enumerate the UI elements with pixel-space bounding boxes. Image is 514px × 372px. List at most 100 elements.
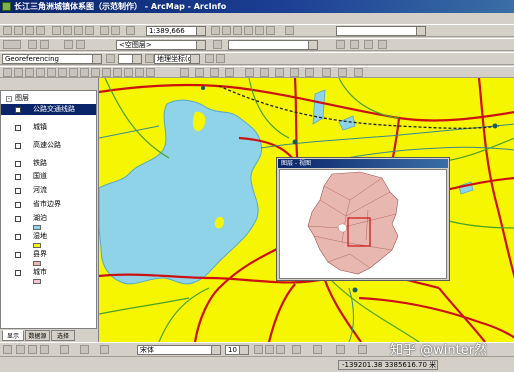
layer-visibility-checkbox[interactable] bbox=[15, 143, 21, 149]
rotate-icon[interactable] bbox=[28, 345, 37, 354]
add-data-icon[interactable] bbox=[126, 26, 135, 35]
geocode-combo[interactable] bbox=[336, 26, 426, 36]
overview-canvas[interactable] bbox=[279, 169, 447, 279]
layer-visibility-checkbox[interactable] bbox=[15, 188, 21, 194]
fill-color-icon[interactable] bbox=[313, 345, 322, 354]
editor-toolbar-icon[interactable] bbox=[211, 26, 220, 35]
tool-i-icon[interactable] bbox=[305, 68, 314, 77]
tool-k-icon[interactable] bbox=[338, 68, 347, 77]
model-icon[interactable] bbox=[255, 26, 264, 35]
line-color-icon[interactable] bbox=[336, 345, 345, 354]
cut-icon[interactable] bbox=[52, 26, 61, 35]
layer-visibility-checkbox[interactable] bbox=[15, 270, 21, 276]
toc-layer[interactable]: 县界 bbox=[1, 249, 96, 260]
rectangle-icon[interactable] bbox=[60, 345, 69, 354]
tool-h-icon[interactable] bbox=[290, 68, 299, 77]
select-features-icon[interactable] bbox=[91, 68, 100, 77]
tool-j-icon[interactable] bbox=[322, 68, 331, 77]
select-elements-icon[interactable] bbox=[102, 68, 111, 77]
zoom-in-tool-icon[interactable] bbox=[3, 68, 12, 77]
zoom-out-tool-icon[interactable] bbox=[14, 68, 23, 77]
overview-window[interactable]: 图层 - 视图 bbox=[276, 157, 450, 281]
hyperlink-icon[interactable] bbox=[146, 68, 155, 77]
toc-layer[interactable]: 公路交通线路 bbox=[1, 104, 96, 115]
fixed-zoom-in-icon[interactable] bbox=[25, 68, 34, 77]
overview-title[interactable]: 图层 - 视图 bbox=[278, 159, 448, 168]
back-icon[interactable] bbox=[69, 68, 78, 77]
marker-color-icon[interactable] bbox=[358, 345, 367, 354]
tool-a-icon[interactable] bbox=[180, 68, 189, 77]
task-icon[interactable] bbox=[76, 40, 85, 49]
scale-combo[interactable]: 1:389,666 bbox=[146, 26, 206, 36]
full-extent-icon[interactable] bbox=[58, 68, 67, 77]
select-elements-icon[interactable] bbox=[16, 345, 25, 354]
map-view[interactable]: 图层 - 视图 bbox=[98, 78, 514, 342]
edit-tool-icon[interactable] bbox=[28, 40, 37, 49]
fixed-zoom-out-icon[interactable] bbox=[36, 68, 45, 77]
callout-icon[interactable] bbox=[100, 345, 109, 354]
tool-f-icon[interactable] bbox=[260, 68, 269, 77]
text-icon[interactable] bbox=[80, 345, 89, 354]
copy-icon[interactable] bbox=[63, 26, 72, 35]
coord-dropdown[interactable]: 地理坐标(g) bbox=[154, 54, 200, 64]
italic-icon[interactable] bbox=[265, 345, 274, 354]
target-layer-combo[interactable]: <空图层> bbox=[116, 40, 206, 50]
zoom-page-icon[interactable] bbox=[40, 345, 49, 354]
layer-visibility-checkbox[interactable] bbox=[15, 174, 21, 180]
layer-visibility-checkbox[interactable] bbox=[15, 161, 21, 167]
toc-layer[interactable]: 河流 bbox=[1, 185, 96, 196]
layer-visibility-checkbox[interactable] bbox=[15, 202, 21, 208]
forward-icon[interactable] bbox=[80, 68, 89, 77]
layer-visibility-checkbox[interactable] bbox=[15, 216, 21, 222]
underline-icon[interactable] bbox=[276, 345, 285, 354]
rotate-icon[interactable] bbox=[145, 54, 154, 63]
toc-layer[interactable]: 城市 bbox=[1, 267, 96, 278]
toc-layer[interactable]: 湿地 bbox=[1, 231, 96, 242]
font-size-combo[interactable]: 10 bbox=[225, 345, 249, 355]
link-table-icon[interactable] bbox=[216, 54, 225, 63]
toc-root[interactable]: - 图层 bbox=[1, 93, 96, 104]
print-icon[interactable] bbox=[36, 26, 45, 35]
tool-b-icon[interactable] bbox=[195, 68, 204, 77]
undo-icon[interactable] bbox=[100, 26, 109, 35]
layer-list-combo[interactable] bbox=[118, 54, 142, 64]
tool-d-icon[interactable] bbox=[225, 68, 234, 77]
window-icon[interactable] bbox=[378, 40, 387, 49]
font-name-combo[interactable]: 宋体 bbox=[137, 345, 221, 355]
save-icon[interactable] bbox=[25, 26, 34, 35]
drawing-menu-icon[interactable] bbox=[3, 345, 12, 354]
control-points-icon[interactable] bbox=[205, 54, 214, 63]
layer-visibility-checkbox[interactable] bbox=[15, 252, 21, 258]
tool-g-icon[interactable] bbox=[275, 68, 284, 77]
identify-icon[interactable] bbox=[113, 68, 122, 77]
help-icon[interactable] bbox=[285, 26, 294, 35]
find-icon[interactable] bbox=[124, 68, 133, 77]
toc-layer[interactable]: 城镇 bbox=[1, 122, 96, 133]
font-color-icon[interactable] bbox=[292, 345, 301, 354]
sketch-properties-icon[interactable] bbox=[350, 40, 359, 49]
toc-layer[interactable]: 高速公路 bbox=[1, 140, 96, 151]
redo-icon[interactable] bbox=[111, 26, 120, 35]
measure-icon[interactable] bbox=[135, 68, 144, 77]
tool-l-icon[interactable] bbox=[354, 68, 363, 77]
georeferencing-menu[interactable]: Georeferencing bbox=[2, 54, 102, 64]
new-icon[interactable] bbox=[3, 26, 12, 35]
paste-icon[interactable] bbox=[74, 26, 83, 35]
split-icon[interactable] bbox=[213, 40, 222, 49]
tab-source[interactable]: 数据源 bbox=[25, 330, 50, 341]
tool-e-icon[interactable] bbox=[245, 68, 254, 77]
pan-icon[interactable] bbox=[47, 68, 56, 77]
zoom-in-icon[interactable] bbox=[364, 40, 373, 49]
toc-layer[interactable]: 国道 bbox=[1, 171, 96, 182]
bold-icon[interactable] bbox=[254, 345, 263, 354]
toc-layer[interactable]: 省市边界 bbox=[1, 199, 96, 210]
tool-c-icon[interactable] bbox=[210, 68, 219, 77]
editor-menu-button[interactable] bbox=[3, 40, 21, 49]
fit-display-icon[interactable] bbox=[106, 54, 115, 63]
toc-layer[interactable]: 铁路 bbox=[1, 158, 96, 169]
collapse-icon[interactable]: - bbox=[6, 96, 12, 102]
arctoolbox-icon[interactable] bbox=[244, 26, 253, 35]
toc-layer[interactable]: 湖泊 bbox=[1, 213, 96, 224]
sketch-tool-icon[interactable] bbox=[40, 40, 49, 49]
open-icon[interactable] bbox=[14, 26, 23, 35]
